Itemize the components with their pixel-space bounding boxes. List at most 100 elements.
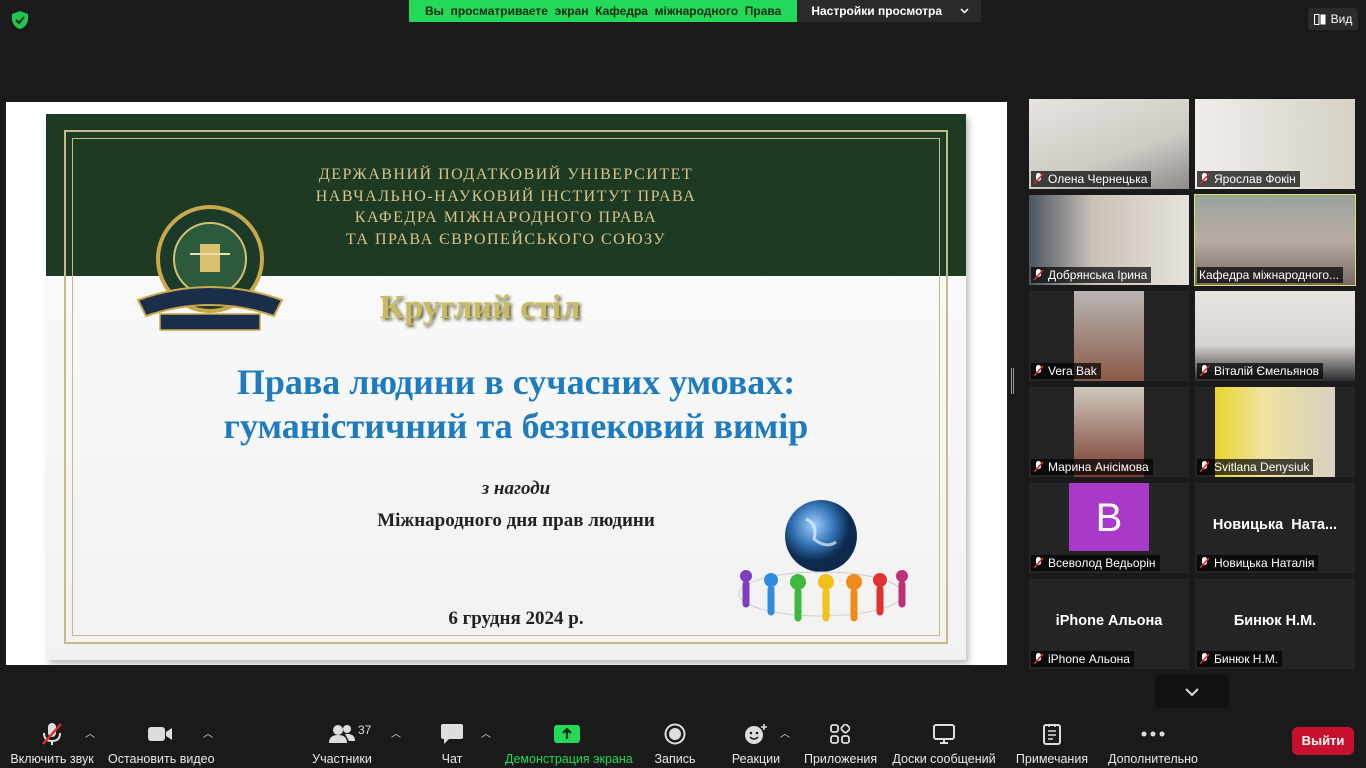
view-button[interactable]: Вид	[1308, 8, 1358, 30]
participant-tile[interactable]: Марина Анісімова	[1029, 387, 1189, 477]
video-camera-icon	[148, 727, 172, 741]
chat-label: Чат	[441, 752, 463, 766]
participant-tile[interactable]: Бинюк Н.М. Бинюк Н.М.	[1195, 579, 1355, 669]
participant-name-label: Олена Чернецька	[1031, 171, 1152, 187]
participant-tile[interactable]: Ярослав Фокін	[1195, 99, 1355, 189]
mic-muted-icon	[1199, 173, 1210, 185]
mic-muted-icon	[1033, 557, 1044, 569]
globe-people-illustration	[738, 500, 908, 622]
mic-muted-icon	[1199, 365, 1210, 377]
more-icon	[1141, 731, 1165, 737]
participant-tile[interactable]: Добрянська Ірина	[1029, 195, 1189, 285]
meeting-toolbar: Включить звук ︿ Остановить видео ︿ Участ…	[0, 713, 1366, 768]
participant-tile[interactable]: Vera Bak	[1029, 291, 1189, 381]
participant-tile[interactable]: Svitlana Denysiuk	[1195, 387, 1355, 477]
participant-big-name: iPhone Альона	[1055, 613, 1163, 629]
top-bar: Вы просматриваете экран Кафедра міжнарод…	[0, 0, 1366, 40]
apps-button[interactable]: Приложения	[804, 721, 877, 766]
more-label: Дополнительно	[1108, 752, 1198, 766]
reactions-icon	[745, 724, 767, 744]
participant-name-label: Марина Анісімова	[1031, 459, 1153, 475]
participant-name-label: Кафедра міжнародного...	[1197, 267, 1344, 283]
apps-icon	[830, 724, 850, 744]
presentation-slide: ДЕРЖАВНИЙ ПОДАТКОВИЙ УНІВЕРСИТЕТ НАВЧАЛЬ…	[46, 114, 966, 660]
participant-big-name: Бинюк Н.М.	[1233, 613, 1317, 629]
view-button-label: Вид	[1330, 12, 1353, 26]
stop-video-label: Остановить видео	[108, 752, 215, 766]
mic-muted-icon	[1199, 557, 1210, 569]
mic-muted-icon	[1199, 653, 1210, 665]
header-line-university: ДЕРЖАВНИЙ ПОДАТКОВИЙ УНІВЕРСИТЕТ	[318, 166, 694, 183]
shield-icon[interactable]	[10, 10, 30, 30]
audio-options-caret[interactable]: ︿	[85, 725, 95, 740]
whiteboard-icon	[933, 724, 955, 744]
header-line-eu-law: ТА ПРАВА ЄВРОПЕЙСЬКОГО СОЮЗУ	[345, 230, 667, 248]
participant-tile[interactable]: Новицька Ната... Новицька Наталія	[1195, 483, 1355, 573]
unmute-button[interactable]: Включить звук	[8, 721, 96, 766]
video-options-caret[interactable]: ︿	[203, 725, 213, 740]
gallery-next-page-button[interactable]	[1155, 675, 1229, 708]
mic-muted-icon	[1199, 461, 1210, 473]
participant-name-label: Vera Bak	[1031, 363, 1101, 379]
participant-name-label: Віталій Ємельянов	[1197, 363, 1323, 379]
view-settings-label: Настройки просмотра	[811, 4, 943, 18]
whiteboards-label: Доски сообщений	[892, 752, 996, 766]
share-banner-text: Вы просматриваете экран Кафедра міжнарод…	[409, 0, 798, 22]
chevron-down-icon	[960, 8, 969, 14]
participant-tile[interactable]: iPhone Альона iPhone Альона	[1029, 579, 1189, 669]
header-line-institute: НАВЧАЛЬНО-НАУКОВИЙ ІНСТИТУТ ПРАВА	[315, 187, 697, 205]
participant-name-label: Svitlana Denysiuk	[1197, 459, 1314, 475]
record-icon	[664, 723, 686, 745]
header-line-department: КАФЕДРА МІЖНАРОДНОГО ПРАВА	[354, 209, 658, 226]
notes-label: Примечания	[1015, 752, 1089, 766]
participant-name-label: Новицька Наталія	[1197, 555, 1319, 571]
mic-muted-icon	[1033, 365, 1044, 377]
mic-muted-icon	[1033, 461, 1044, 473]
mic-muted-icon	[42, 723, 62, 745]
notes-icon	[1043, 724, 1061, 745]
reactions-button[interactable]: Реакции	[730, 721, 782, 766]
record-label: Запись	[654, 752, 696, 766]
shared-screen: ДЕРЖАВНИЙ ПОДАТКОВИЙ УНІВЕРСИТЕТ НАВЧАЛЬ…	[6, 102, 1007, 665]
screen-share-banner: Вы просматриваете экран Кафедра міжнарод…	[409, 0, 982, 22]
chat-button[interactable]: Чат	[432, 721, 472, 766]
participants-options-caret[interactable]: ︿	[391, 725, 401, 740]
slide-title-line2: гуманістичний та безпековий вимір	[223, 406, 809, 446]
slide-date: 6 грудня 2024 р.	[448, 608, 584, 629]
unmute-label: Включить звук	[10, 752, 94, 766]
whiteboards-button[interactable]: Доски сообщений	[892, 721, 996, 766]
participant-name-label: Добрянська Ірина	[1031, 267, 1152, 283]
split-view-handle[interactable]	[1011, 368, 1014, 394]
mic-muted-icon	[1033, 653, 1044, 665]
view-settings-button[interactable]: Настройки просмотра	[797, 0, 982, 22]
chat-icon	[441, 724, 463, 744]
share-screen-button[interactable]: Демонстрация экрана	[505, 721, 633, 766]
view-icon	[1313, 13, 1326, 25]
participant-name-label: Всеволод Ведьорін	[1031, 555, 1160, 571]
leave-button[interactable]: Выйти	[1292, 727, 1354, 755]
share-screen-icon	[554, 725, 580, 743]
more-button[interactable]: Дополнительно	[1108, 721, 1198, 766]
participant-tile[interactable]: B Всеволод Ведьорін	[1029, 483, 1189, 573]
notes-button[interactable]: Примечания	[1015, 721, 1089, 766]
slide-title-line1: Права людини в сучасних умовах:	[236, 362, 796, 402]
participant-big-name: Новицька Ната...	[1212, 517, 1338, 533]
slide-title: Права людини в сучасних умовах: гуманіст…	[46, 360, 986, 448]
participants-count: 37	[358, 723, 372, 737]
participant-tile[interactable]: Віталій Ємельянов	[1195, 291, 1355, 381]
participant-tile-active-speaker[interactable]: Кафедра міжнародного...	[1194, 194, 1356, 286]
participant-name-label: iPhone Альона	[1031, 651, 1134, 667]
reactions-options-caret[interactable]: ︿	[780, 725, 790, 740]
share-screen-label: Демонстрация экрана	[505, 752, 633, 766]
participant-avatar: B	[1069, 483, 1149, 551]
mic-muted-icon	[1033, 173, 1044, 185]
slide-header-text: ДЕРЖАВНИЙ ПОДАТКОВИЙ УНІВЕРСИТЕТ НАВЧАЛЬ…	[296, 164, 716, 250]
record-button[interactable]: Запись	[651, 721, 699, 766]
chevron-down-icon	[1185, 687, 1199, 696]
reactions-label: Реакции	[731, 752, 781, 766]
chat-options-caret[interactable]: ︿	[481, 725, 491, 740]
stop-video-button[interactable]: Остановить видео	[108, 721, 215, 766]
participants-label: Участники	[312, 752, 372, 766]
slide-round-table: Круглий стіл	[379, 289, 581, 326]
participant-tile[interactable]: Олена Чернецька	[1029, 99, 1189, 189]
